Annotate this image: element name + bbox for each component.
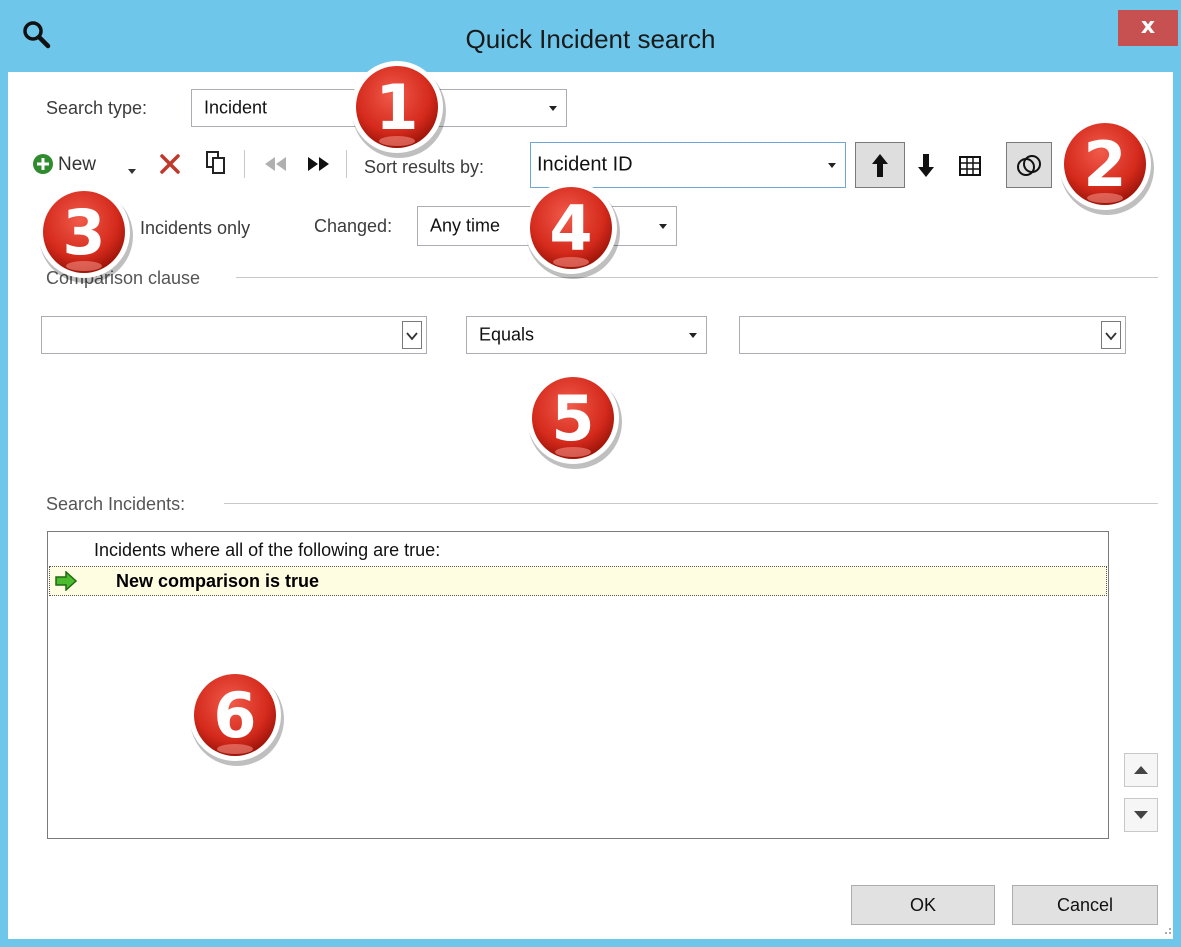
callout-number: 6 xyxy=(213,679,256,752)
green-arrow-right-icon xyxy=(54,570,78,596)
criteria-item-label: New comparison is true xyxy=(116,571,320,591)
chevron-down-icon[interactable] xyxy=(1101,321,1121,349)
comparison-operator-value: Equals xyxy=(479,324,535,345)
callout-badge: 1 xyxy=(347,57,451,166)
next-icon[interactable] xyxy=(306,155,332,178)
search-type-value: Incident xyxy=(204,97,268,118)
search-incidents-label: Search Incidents: xyxy=(46,494,186,514)
group-divider xyxy=(236,277,1158,278)
cancel-button[interactable]: Cancel xyxy=(1012,885,1158,925)
callout-number: 1 xyxy=(375,71,418,144)
callout-number: 3 xyxy=(62,196,105,269)
new-button[interactable]: New xyxy=(58,154,96,176)
chevron-down-icon[interactable] xyxy=(682,317,706,353)
callout-number: 2 xyxy=(1083,128,1126,201)
chevron-down-icon[interactable] xyxy=(402,321,422,349)
callout-badge: 4 xyxy=(521,178,625,287)
overlap-circles-icon xyxy=(1016,153,1042,184)
add-icon[interactable] xyxy=(32,153,54,180)
chevron-down-icon[interactable] xyxy=(542,90,566,126)
triangle-up-icon xyxy=(1134,766,1148,774)
sort-ascending-button[interactable] xyxy=(855,142,905,188)
close-icon: x xyxy=(1140,14,1156,39)
incidents-only-label[interactable]: Incidents only xyxy=(140,218,250,239)
move-down-button[interactable] xyxy=(1124,798,1158,832)
group-divider xyxy=(224,503,1158,504)
chevron-down-icon[interactable] xyxy=(652,207,676,245)
callout-badge: 3 xyxy=(34,182,138,291)
ok-button[interactable]: OK xyxy=(851,885,995,925)
close-button[interactable]: x xyxy=(1118,10,1178,46)
sort-descending-icon[interactable] xyxy=(916,152,936,183)
copy-icon[interactable] xyxy=(204,150,228,181)
sort-results-value: Incident ID xyxy=(537,153,633,176)
comparison-field-combo[interactable] xyxy=(41,316,427,354)
search-type-label: Search type: xyxy=(46,98,148,118)
new-dropdown-arrow-icon[interactable] xyxy=(127,163,137,181)
toolbar-separator xyxy=(244,150,245,178)
resize-grip-icon[interactable] xyxy=(1160,922,1172,940)
arrow-up-icon xyxy=(870,153,890,184)
triangle-down-icon xyxy=(1134,811,1148,819)
delete-icon[interactable] xyxy=(158,152,182,181)
callout-badge: 6 xyxy=(185,665,289,774)
title-bar: Quick Incident search x xyxy=(0,0,1181,72)
previous-icon[interactable] xyxy=(262,155,288,178)
move-up-button[interactable] xyxy=(1124,753,1158,787)
comparison-value-combo[interactable] xyxy=(739,316,1126,354)
callout-badge: 5 xyxy=(523,368,627,477)
criteria-item-selected[interactable]: New comparison is true xyxy=(49,566,1107,596)
callout-number: 4 xyxy=(549,192,592,265)
chevron-down-icon[interactable] xyxy=(821,143,845,187)
callout-number: 5 xyxy=(551,382,594,455)
changed-label: Changed: xyxy=(314,216,393,236)
grid-columns-icon[interactable] xyxy=(959,156,981,181)
join-filter-toggle[interactable] xyxy=(1006,142,1052,188)
changed-value: Any time xyxy=(430,215,501,236)
callout-badge: 2 xyxy=(1055,114,1159,223)
comparison-operator-dropdown[interactable]: Equals xyxy=(466,316,707,354)
criteria-root-text[interactable]: Incidents where all of the following are… xyxy=(94,540,440,561)
window-title: Quick Incident search xyxy=(465,24,716,54)
